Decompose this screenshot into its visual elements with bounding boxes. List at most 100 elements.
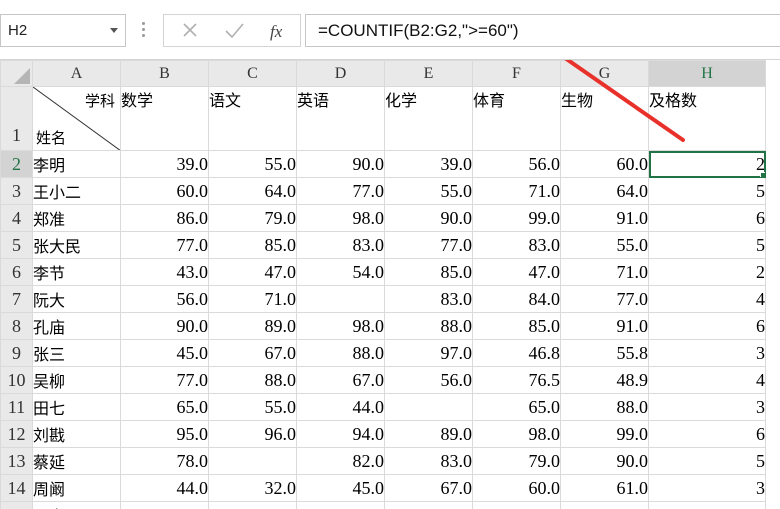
formula-text[interactable]: =COUNTIF(B2:G2,">=60") bbox=[318, 21, 519, 41]
student-name-cell[interactable]: 王启 bbox=[32, 501, 121, 509]
student-name-cell[interactable]: 张三 bbox=[32, 339, 121, 367]
score-cell[interactable]: 56.0 bbox=[472, 150, 561, 178]
student-name-cell[interactable]: 孔庙 bbox=[32, 312, 121, 340]
score-cell[interactable]: 67.0 bbox=[208, 339, 297, 367]
student-name-cell[interactable]: 李节 bbox=[32, 258, 121, 286]
score-cell[interactable]: 48.9 bbox=[560, 366, 649, 394]
column-header-f[interactable]: F bbox=[472, 60, 561, 87]
row-header[interactable]: 15 bbox=[0, 501, 33, 509]
score-cell[interactable]: 47.0 bbox=[472, 258, 561, 286]
row-header[interactable]: 12 bbox=[0, 420, 33, 448]
column-header-b[interactable]: B bbox=[120, 60, 209, 87]
score-cell[interactable]: 79.0 bbox=[472, 447, 561, 475]
enter-button[interactable] bbox=[214, 15, 254, 46]
score-cell[interactable]: 99.0 bbox=[560, 420, 649, 448]
score-cell[interactable]: 89.0 bbox=[384, 420, 473, 448]
pass-count-cell[interactable]: 6 bbox=[648, 312, 766, 340]
score-cell[interactable]: 83.0 bbox=[472, 231, 561, 259]
score-cell[interactable]: 61.0 bbox=[560, 474, 649, 502]
student-name-cell[interactable]: 李明 bbox=[32, 150, 121, 178]
score-cell[interactable]: 71.0 bbox=[560, 258, 649, 286]
row-header[interactable]: 14 bbox=[0, 474, 33, 502]
pass-count-cell[interactable]: 5 bbox=[648, 447, 766, 475]
score-cell[interactable]: 45.0 bbox=[120, 339, 209, 367]
pass-count-cell[interactable]: 2 bbox=[648, 258, 766, 286]
column-header-e[interactable]: E bbox=[384, 60, 473, 87]
pass-count-cell[interactable]: 3 bbox=[648, 393, 766, 421]
cancel-button[interactable] bbox=[170, 15, 210, 46]
select-all-corner[interactable] bbox=[0, 60, 33, 87]
score-cell[interactable]: 77.0 bbox=[120, 231, 209, 259]
score-cell[interactable]: 64.0 bbox=[560, 177, 649, 205]
subject-header-cell[interactable]: 语文 bbox=[208, 86, 297, 151]
score-cell[interactable]: 98.0 bbox=[296, 312, 385, 340]
formula-input[interactable]: =COUNTIF(B2:G2,">=60") bbox=[305, 14, 780, 47]
score-cell[interactable]: 90.0 bbox=[120, 312, 209, 340]
score-cell[interactable]: 55.0 bbox=[208, 393, 297, 421]
row-header[interactable]: 9 bbox=[0, 339, 33, 367]
score-cell[interactable]: 56.0 bbox=[120, 285, 209, 313]
score-cell[interactable]: 71.0 bbox=[472, 177, 561, 205]
score-cell[interactable]: 45.0 bbox=[296, 474, 385, 502]
score-cell[interactable]: 70.0 bbox=[472, 501, 561, 509]
score-cell[interactable]: 77.0 bbox=[120, 501, 209, 509]
pass-count-cell[interactable]: 5 bbox=[648, 231, 766, 259]
score-cell[interactable]: 98.0 bbox=[472, 420, 561, 448]
score-cell[interactable]: 98.0 bbox=[208, 501, 297, 509]
score-cell[interactable]: 44.0 bbox=[296, 393, 385, 421]
score-cell[interactable]: 98.0 bbox=[296, 204, 385, 232]
score-cell[interactable]: 43.0 bbox=[120, 258, 209, 286]
score-cell[interactable]: 85.0 bbox=[208, 231, 297, 259]
score-cell[interactable]: 64.0 bbox=[208, 177, 297, 205]
score-cell[interactable]: 46.8 bbox=[472, 339, 561, 367]
score-cell[interactable]: 65.0 bbox=[120, 393, 209, 421]
score-cell[interactable]: 54.0 bbox=[296, 258, 385, 286]
subject-header-cell[interactable]: 英语 bbox=[296, 86, 385, 151]
row-header[interactable]: 6 bbox=[0, 258, 33, 286]
score-cell[interactable]: 56.0 bbox=[384, 366, 473, 394]
score-cell[interactable]: 45.0 bbox=[384, 501, 473, 509]
score-cell[interactable]: 28.0 bbox=[296, 501, 385, 509]
insert-function-button[interactable]: fx bbox=[258, 15, 298, 46]
score-cell[interactable]: 55.0 bbox=[560, 231, 649, 259]
diagonal-header-cell[interactable]: 学科 姓名 bbox=[32, 86, 121, 151]
score-cell[interactable]: 90.0 bbox=[296, 150, 385, 178]
row-header[interactable]: 13 bbox=[0, 447, 33, 475]
pass-count-cell[interactable]: 6 bbox=[648, 204, 766, 232]
subject-header-cell[interactable]: 化学 bbox=[384, 86, 473, 151]
score-cell[interactable]: 77.0 bbox=[120, 366, 209, 394]
score-cell[interactable]: 86.0 bbox=[120, 204, 209, 232]
student-name-cell[interactable]: 张大民 bbox=[32, 231, 121, 259]
pass-count-cell[interactable]: 3 bbox=[648, 339, 766, 367]
row-header[interactable]: 3 bbox=[0, 177, 33, 205]
row-header[interactable]: 2 bbox=[0, 150, 33, 178]
subject-header-cell[interactable]: 体育 bbox=[472, 86, 561, 151]
name-box[interactable]: H2 bbox=[0, 14, 126, 47]
score-cell[interactable]: 47.0 bbox=[208, 258, 297, 286]
column-header-c[interactable]: C bbox=[208, 60, 297, 87]
score-cell[interactable]: 71.0 bbox=[208, 285, 297, 313]
score-cell[interactable]: 55.0 bbox=[384, 177, 473, 205]
score-cell[interactable]: 83.0 bbox=[384, 447, 473, 475]
subject-header-cell[interactable]: 数学 bbox=[120, 86, 209, 151]
column-header-g[interactable]: G bbox=[560, 60, 649, 87]
pass-count-cell[interactable]: 4 bbox=[648, 501, 766, 509]
score-cell[interactable]: 84.0 bbox=[472, 285, 561, 313]
score-cell[interactable]: 85.0 bbox=[472, 312, 561, 340]
score-cell[interactable]: 82.0 bbox=[296, 447, 385, 475]
score-cell[interactable]: 91.0 bbox=[560, 312, 649, 340]
pass-count-cell[interactable]: 4 bbox=[648, 366, 766, 394]
formula-bar-grip[interactable] bbox=[142, 22, 146, 40]
score-cell[interactable]: 67.0 bbox=[384, 474, 473, 502]
score-cell[interactable]: 88.0 bbox=[296, 339, 385, 367]
student-name-cell[interactable]: 蔡延 bbox=[32, 447, 121, 475]
student-name-cell[interactable]: 王小二 bbox=[32, 177, 121, 205]
score-cell[interactable] bbox=[208, 447, 297, 475]
score-cell[interactable]: 85.0 bbox=[560, 501, 649, 509]
score-cell[interactable]: 77.0 bbox=[296, 177, 385, 205]
score-cell[interactable]: 65.0 bbox=[472, 393, 561, 421]
pass-count-cell[interactable]: 3 bbox=[648, 474, 766, 502]
score-cell[interactable]: 90.0 bbox=[560, 447, 649, 475]
score-cell[interactable]: 99.0 bbox=[472, 204, 561, 232]
row-header[interactable]: 10 bbox=[0, 366, 33, 394]
